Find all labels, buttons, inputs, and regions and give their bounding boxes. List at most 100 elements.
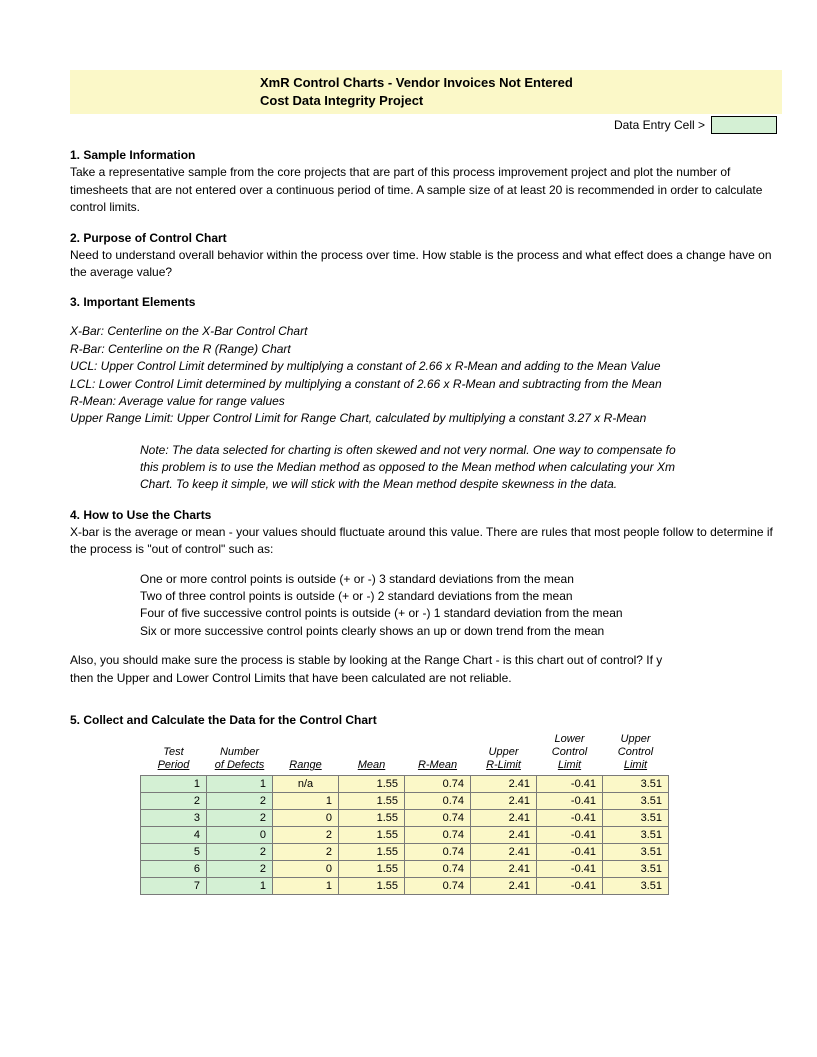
table-cell: 3.51 [603, 775, 669, 792]
note-line-2: this problem is to use the Median method… [140, 459, 782, 476]
section-2-head: 2. Purpose of Control Chart [70, 231, 782, 245]
table-cell[interactable]: 2 [207, 860, 273, 877]
table-cell: 0.74 [405, 809, 471, 826]
table-cell: 1.55 [339, 809, 405, 826]
table-cell[interactable]: 1 [207, 775, 273, 792]
column-header: LowerControlLimit [537, 733, 603, 775]
legend-row: Data Entry Cell > [70, 116, 782, 134]
table-cell[interactable]: 4 [141, 826, 207, 843]
section-1-body: Take a representative sample from the co… [70, 164, 782, 216]
def-xbar: X-Bar: Centerline on the X-Bar Control C… [70, 323, 782, 340]
note-line-3: Chart. To keep it simple, we will stick … [140, 476, 782, 493]
table-row: 7111.550.742.41-0.413.51 [141, 877, 669, 894]
table-cell: 3.51 [603, 843, 669, 860]
table-cell: 2 [273, 826, 339, 843]
table-cell: 1.55 [339, 792, 405, 809]
note-block: Note: The data selected for charting is … [70, 442, 782, 494]
title-line-1: XmR Control Charts - Vendor Invoices Not… [260, 74, 782, 92]
table-cell: -0.41 [537, 826, 603, 843]
table-cell: 0.74 [405, 775, 471, 792]
table-cell: n/a [273, 775, 339, 792]
table-cell: 0 [273, 860, 339, 877]
section-1-head: 1. Sample Information [70, 148, 782, 162]
def-upper-range: Upper Range Limit: Upper Control Limit f… [70, 410, 782, 427]
table-cell: -0.41 [537, 775, 603, 792]
table-cell: 2.41 [471, 877, 537, 894]
table-cell: -0.41 [537, 877, 603, 894]
table-cell[interactable]: 2 [207, 792, 273, 809]
section-2-body: Need to understand overall behavior with… [70, 247, 782, 282]
table-cell[interactable]: 2 [207, 843, 273, 860]
table-cell: 2.41 [471, 792, 537, 809]
section-4-outro-1: Also, you should make sure the process i… [70, 652, 782, 669]
table-cell: 3.51 [603, 809, 669, 826]
table-cell: 0.74 [405, 792, 471, 809]
table-cell[interactable]: 1 [207, 877, 273, 894]
table-cell: 2.41 [471, 826, 537, 843]
table-cell: 2.41 [471, 775, 537, 792]
table-cell[interactable]: 2 [207, 809, 273, 826]
section-4-outro-2: then the Upper and Lower Control Limits … [70, 670, 782, 687]
table-cell: 3.51 [603, 860, 669, 877]
table-cell[interactable]: 6 [141, 860, 207, 877]
column-header: Range [273, 733, 339, 775]
table-cell[interactable]: 5 [141, 843, 207, 860]
table-row: 6201.550.742.41-0.413.51 [141, 860, 669, 877]
def-rbar: R-Bar: Centerline on the R (Range) Chart [70, 341, 782, 358]
section-5-head: 5. Collect and Calculate the Data for th… [70, 713, 782, 727]
rule-3: Four of five successive control points i… [140, 605, 782, 622]
table-cell: -0.41 [537, 843, 603, 860]
table-cell: -0.41 [537, 809, 603, 826]
data-entry-label: Data Entry Cell > [614, 118, 705, 132]
table-cell[interactable]: 1 [141, 775, 207, 792]
table-cell: 0 [273, 809, 339, 826]
table-cell: 1.55 [339, 843, 405, 860]
control-chart-table: TestPeriodNumberof Defects Range Mean R-… [140, 733, 669, 895]
table-cell: -0.41 [537, 792, 603, 809]
table-cell[interactable]: 7 [141, 877, 207, 894]
table-row: 5221.550.742.41-0.413.51 [141, 843, 669, 860]
table-cell: 3.51 [603, 826, 669, 843]
section-4-intro: X-bar is the average or mean - your valu… [70, 524, 782, 559]
section-4-head: 4. How to Use the Charts [70, 508, 782, 522]
column-header: Mean [339, 733, 405, 775]
def-lcl: LCL: Lower Control Limit determined by m… [70, 376, 782, 393]
section-3-head: 3. Important Elements [70, 295, 782, 309]
table-cell: 3.51 [603, 877, 669, 894]
table-row: 11n/a1.550.742.41-0.413.51 [141, 775, 669, 792]
table-cell: 0.74 [405, 826, 471, 843]
def-rmean: R-Mean: Average value for range values [70, 393, 782, 410]
column-header: UpperR-Limit [471, 733, 537, 775]
table-cell: 2.41 [471, 809, 537, 826]
table-cell: -0.41 [537, 860, 603, 877]
table-cell: 1 [273, 792, 339, 809]
definitions-block: X-Bar: Centerline on the X-Bar Control C… [70, 323, 782, 494]
table-cell: 3.51 [603, 792, 669, 809]
table-cell[interactable]: 0 [207, 826, 273, 843]
table-cell: 1.55 [339, 877, 405, 894]
rule-4: Six or more successive control points cl… [140, 623, 782, 640]
title-block: XmR Control Charts - Vendor Invoices Not… [70, 70, 782, 114]
note-line-1: Note: The data selected for charting is … [140, 442, 782, 459]
table-row: 2211.550.742.41-0.413.51 [141, 792, 669, 809]
column-header: TestPeriod [141, 733, 207, 775]
table-cell[interactable]: 3 [141, 809, 207, 826]
table-cell: 2.41 [471, 860, 537, 877]
def-ucl: UCL: Upper Control Limit determined by m… [70, 358, 782, 375]
table-cell: 1.55 [339, 860, 405, 877]
table-cell: 1 [273, 877, 339, 894]
rule-2: Two of three control points is outside (… [140, 588, 782, 605]
table-cell: 1.55 [339, 826, 405, 843]
table-cell: 0.74 [405, 843, 471, 860]
data-entry-cell-sample[interactable] [711, 116, 777, 134]
table-cell: 1.55 [339, 775, 405, 792]
column-header: Numberof Defects [207, 733, 273, 775]
rules-block: One or more control points is outside (+… [70, 571, 782, 641]
column-header: UpperControlLimit [603, 733, 669, 775]
column-header: R-Mean [405, 733, 471, 775]
table-cell: 2 [273, 843, 339, 860]
table-cell[interactable]: 2 [141, 792, 207, 809]
rule-1: One or more control points is outside (+… [140, 571, 782, 588]
table-row: 4021.550.742.41-0.413.51 [141, 826, 669, 843]
title-line-2: Cost Data Integrity Project [260, 92, 782, 110]
